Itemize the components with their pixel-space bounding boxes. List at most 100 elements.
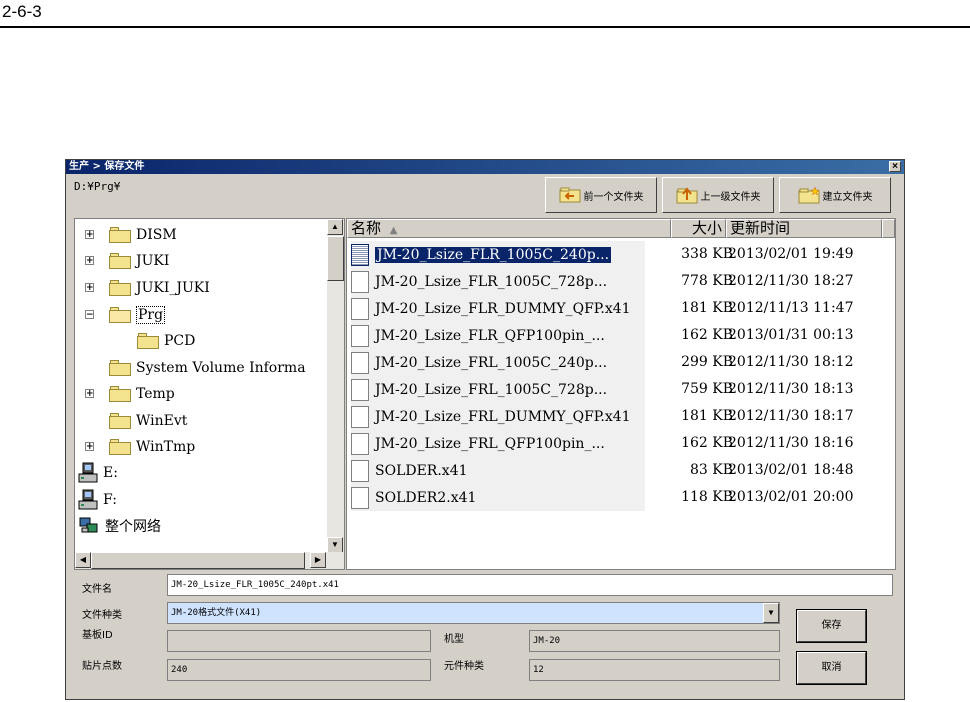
tree-item-pcd[interactable]: PCD: [137, 331, 195, 351]
file-row[interactable]: JM-20_Lsize_FLR_DUMMY_QFP.x41 181 KB 201…: [347, 295, 895, 322]
file-size: 338 KB: [681, 246, 733, 262]
scroll-right-icon[interactable]: ▶: [310, 552, 326, 568]
up-folder-label: 上一级文件夹: [700, 191, 761, 203]
column-size[interactable]: 大小: [671, 219, 726, 238]
tree-item-prg[interactable]: − Prg: [85, 305, 166, 325]
tree-item-label: JUKI_JUKI: [136, 280, 210, 296]
file-row[interactable]: JM-20_Lsize_FRL_1005C_728p... 759 KB 201…: [347, 376, 895, 403]
list-header: 名称 ▲ 大小 更新时间: [347, 219, 895, 238]
board-id-field: [167, 630, 431, 652]
expand-icon[interactable]: +: [85, 230, 94, 240]
file-date: 2012/11/13 11:47: [728, 300, 854, 316]
tree-item-juki-juki[interactable]: + JUKI_JUKI: [85, 278, 210, 298]
folder-icon: [109, 386, 131, 402]
file-name: JM-20_Lsize_FLR_1005C_240p...: [375, 246, 612, 263]
dialog-title: 生产 > 保存文件: [66, 160, 904, 174]
file-date: 2012/11/30 18:17: [728, 408, 854, 424]
file-row[interactable]: JM-20_Lsize_FLR_QFP100pin_... 162 KB 201…: [347, 322, 895, 349]
file-date: 2012/11/30 18:27: [728, 273, 854, 289]
folder-icon: [109, 227, 131, 243]
filetype-select[interactable]: JM-20格式文件(X41) ▼: [167, 602, 780, 624]
file-name: JM-20_Lsize_FLR_DUMMY_QFP.x41: [375, 300, 631, 317]
file-row[interactable]: JM-20_Lsize_FRL_1005C_240p... 299 KB 201…: [347, 349, 895, 376]
model-field: JM-20: [529, 630, 780, 652]
tree-horizontal-scrollbar[interactable]: ◀ ▶: [75, 552, 344, 569]
tree-vertical-scrollbar[interactable]: ▲ ▼: [327, 219, 344, 553]
cancel-button[interactable]: 取消: [796, 651, 867, 685]
tree-item-label: F:: [103, 492, 117, 508]
new-folder-icon: [798, 186, 820, 204]
folder-tree[interactable]: + DISM + JUKI + JUKI_JUKI − Prg PCD Syst…: [74, 218, 345, 570]
tree-item-drive-f[interactable]: F:: [77, 489, 117, 510]
file-date: 2012/11/30 18:12: [728, 354, 854, 370]
file-date: 2012/11/30 18:13: [728, 381, 854, 397]
tree-item-winevt[interactable]: WinEvt: [109, 411, 187, 431]
scroll-left-icon[interactable]: ◀: [75, 552, 91, 568]
tree-item-system-volume[interactable]: System Volume Informa: [109, 358, 306, 378]
folder-icon: [109, 413, 131, 429]
network-icon: [79, 517, 98, 533]
file-size: 181 KB: [681, 300, 733, 316]
file-icon: [351, 378, 369, 401]
drive-icon: [78, 489, 98, 510]
column-date[interactable]: 更新时间: [726, 219, 882, 238]
file-name: JM-20_Lsize_FRL_1005C_240p...: [375, 354, 608, 371]
tree-item-dism[interactable]: + DISM: [85, 225, 177, 245]
heading-rule: [0, 26, 970, 28]
new-folder-button[interactable]: 建立文件夹: [779, 177, 891, 213]
folder-icon: [137, 333, 159, 349]
tree-item-juki[interactable]: + JUKI: [85, 251, 170, 271]
scroll-thumb[interactable]: [91, 552, 305, 569]
expand-icon[interactable]: +: [85, 389, 94, 399]
tree-item-network[interactable]: 整个网络: [79, 516, 161, 536]
file-row[interactable]: JM-20_Lsize_FRL_DUMMY_QFP.x41 181 KB 201…: [347, 403, 895, 430]
file-name: JM-20_Lsize_FRL_1005C_728p...: [375, 381, 608, 398]
file-list[interactable]: 名称 ▲ 大小 更新时间 JM-20_Lsize_FLR_1005C_240p.…: [346, 218, 896, 570]
column-name[interactable]: 名称 ▲: [347, 219, 671, 238]
tree-item-wintmp[interactable]: + WinTmp: [85, 437, 195, 457]
file-row[interactable]: JM-20_Lsize_FLR_1005C_728p... 778 KB 201…: [347, 268, 895, 295]
file-icon: [351, 351, 369, 374]
folder-icon: [109, 439, 131, 455]
filetype-label: 文件种类: [82, 610, 122, 621]
scroll-thumb[interactable]: [327, 236, 344, 281]
expand-icon[interactable]: +: [85, 442, 94, 452]
page-heading: 2-6-3: [2, 2, 42, 21]
filename-input[interactable]: JM-20_Lsize_FLR_1005C_240pt.x41: [167, 574, 893, 596]
file-size: 299 KB: [681, 354, 733, 370]
file-row[interactable]: JM-20_Lsize_FRL_QFP100pin_... 162 KB 201…: [347, 430, 895, 457]
file-name: JM-20_Lsize_FLR_QFP100pin_...: [375, 327, 605, 344]
file-size: 181 KB: [681, 408, 733, 424]
expand-icon[interactable]: +: [85, 283, 94, 293]
tree-item-drive-e[interactable]: E:: [77, 462, 118, 483]
part-types-label: 元件种类: [444, 661, 484, 672]
tree-item-label: JUKI: [136, 253, 170, 269]
file-size: 778 KB: [681, 273, 733, 289]
tree-item-temp[interactable]: + Temp: [85, 384, 175, 404]
file-name: JM-20_Lsize_FRL_DUMMY_QFP.x41: [375, 408, 631, 425]
up-folder-button[interactable]: 上一级文件夹: [662, 177, 774, 213]
column-name-label: 名称: [351, 219, 382, 237]
scroll-up-icon[interactable]: ▲: [327, 219, 343, 235]
new-folder-label: 建立文件夹: [822, 191, 873, 203]
back-folder-label: 前一个文件夹: [583, 191, 644, 203]
chevron-down-icon[interactable]: ▼: [763, 603, 779, 623]
file-row[interactable]: SOLDER2.x41 118 KB 2013/02/01 20:00: [347, 484, 895, 511]
file-row[interactable]: SOLDER.x41 83 KB 2013/02/01 18:48: [347, 457, 895, 484]
file-row[interactable]: JM-20_Lsize_FLR_1005C_240p... 338 KB 201…: [347, 241, 895, 268]
expand-icon[interactable]: +: [85, 256, 94, 266]
file-size: 759 KB: [681, 381, 733, 397]
placement-points-field: 240: [167, 659, 431, 681]
save-button[interactable]: 保存: [796, 609, 867, 643]
file-icon: [351, 405, 369, 428]
column-filler: [882, 219, 895, 238]
sort-ascending-icon: ▲: [389, 225, 398, 236]
close-button[interactable]: ×: [889, 161, 901, 172]
folder-icon: [109, 360, 131, 376]
back-folder-button[interactable]: 前一个文件夹: [545, 177, 657, 213]
scroll-down-icon[interactable]: ▼: [327, 537, 343, 553]
folder-icon: [109, 280, 131, 296]
collapse-icon[interactable]: −: [85, 310, 94, 320]
placement-points-label: 贴片点数: [82, 661, 122, 672]
file-date: 2013/01/31 00:13: [728, 327, 854, 343]
